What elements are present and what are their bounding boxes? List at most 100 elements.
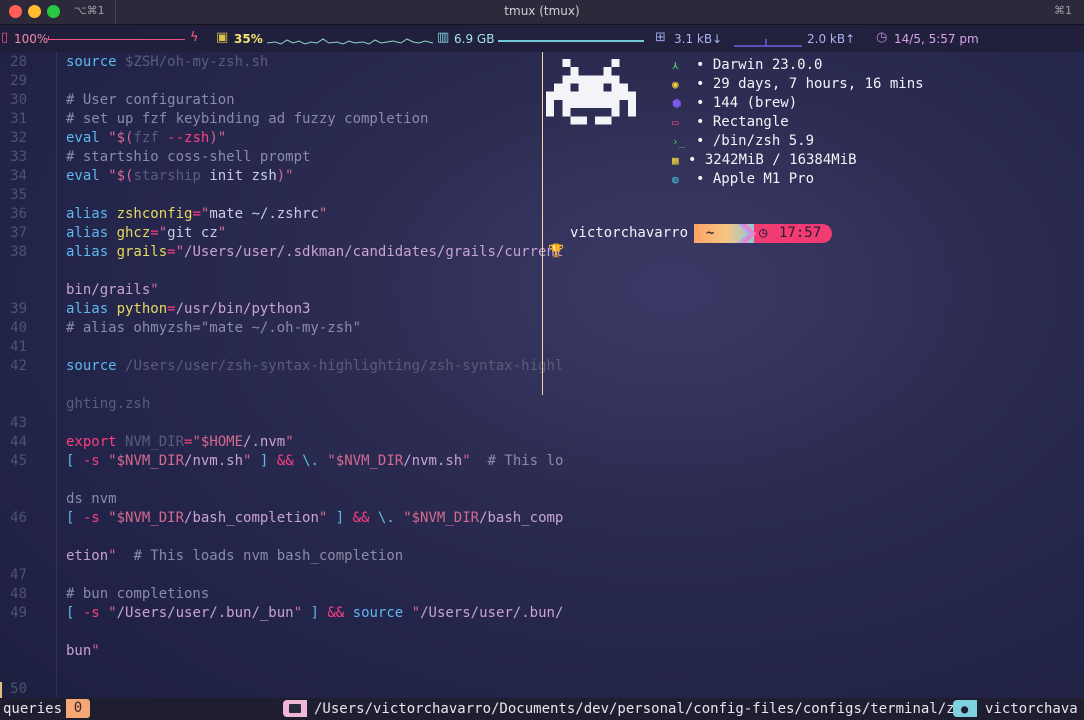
code-line[interactable]: 50: [0, 680, 542, 699]
code-line[interactable]: 30 # User configuration: [0, 91, 542, 110]
tab-shortcut-right[interactable]: ⌘1: [1054, 4, 1072, 17]
code-line[interactable]: 34 eval "$(starship init zsh)": [0, 167, 542, 186]
code-token: )": [209, 130, 227, 146]
code-line[interactable]: 40 # alias ohmyzsh="mate ~/.oh-my-zsh": [0, 319, 542, 338]
code-text: # alias ohmyzsh="mate ~/.oh-my-zsh": [66, 319, 361, 338]
battery-bar: [48, 36, 185, 40]
code-line[interactable]: [0, 528, 542, 547]
line-number: 34: [10, 168, 27, 184]
code-line[interactable]: 43: [0, 414, 542, 433]
code-token: /Users/user/.bun/: [420, 605, 564, 621]
code-token: /bash_comp: [479, 510, 564, 526]
code-line[interactable]: [0, 471, 542, 490]
code-token: -s: [82, 605, 109, 621]
line-number: 48: [10, 586, 27, 602]
code-token: # alias ohmyzsh="mate ~/.oh-my-zsh": [66, 320, 362, 336]
pane-divider[interactable]: [542, 52, 543, 395]
info-icon: ◍: [672, 173, 679, 186]
code-text: eval "$(starship init zsh)": [66, 167, 294, 186]
code-text: bun": [66, 642, 100, 661]
code-line[interactable]: 38 alias grails="/Users/user/.sdkman/cand…: [0, 243, 563, 262]
code-line[interactable]: 44 export NVM_DIR="$HOME/.nvm": [0, 433, 542, 452]
code-line[interactable]: 49[ -s "/Users/user/.bun/_bun" ] && sour…: [0, 604, 563, 623]
line-number: 44: [10, 434, 27, 450]
code-line[interactable]: 48 # bun completions: [0, 585, 542, 604]
code-token: ghting.zsh: [66, 396, 151, 412]
code-line[interactable]: [0, 376, 542, 395]
user-badge: ●: [953, 700, 977, 717]
code-line[interactable]: ghting.zsh: [0, 395, 542, 414]
code-token: python: [116, 301, 168, 317]
line-number: 32: [10, 130, 27, 146]
code-text: ghting.zsh: [66, 395, 150, 414]
code-line[interactable]: ds nvm: [0, 490, 542, 509]
code-line[interactable]: 39 alias python=/usr/bin/python3: [0, 300, 542, 319]
info-text: • 144 (brew): [696, 95, 798, 111]
network-upload: 2.0 kB↑: [807, 32, 856, 46]
code-line[interactable]: etion" # This loads nvm bash_completion: [0, 547, 542, 566]
code-token: "$NVM_DIR: [108, 510, 185, 526]
code-line[interactable]: [0, 661, 542, 680]
code-token: alias: [66, 206, 117, 222]
prompt-directory: ~: [706, 225, 715, 241]
code-token: git cz: [167, 225, 218, 241]
code-token: bin/grails: [66, 282, 151, 298]
code-token: etion: [66, 548, 109, 564]
code-line[interactable]: 45[ -s "$NVM_DIR/nvm.sh" ] && \. "$NVM_D…: [0, 452, 563, 471]
charging-bolt-icon: ϟ: [190, 30, 199, 45]
code-line[interactable]: 32 eval "$(fzf --zsh)": [0, 129, 542, 148]
clock-icon: ◷: [759, 225, 768, 241]
code-text: # startshio coss-shell prompt: [66, 148, 310, 167]
code-token: /.nvm: [243, 434, 286, 450]
code-text: export NVM_DIR="$HOME/.nvm": [66, 433, 294, 452]
battery-percentage: 100%: [14, 32, 49, 46]
code-line[interactable]: 31 # set up fzf keybinding ad fuzzy compl…: [0, 110, 542, 129]
cpu-usage: 35%: [234, 32, 263, 46]
battery-icon: ▯: [1, 30, 9, 45]
line-number: 28: [10, 54, 27, 70]
code-line[interactable]: 47: [0, 566, 542, 585]
code-token: ": [108, 605, 117, 621]
code-token: /bash_completion: [184, 510, 319, 526]
code-token: NVM_DIR: [125, 434, 185, 450]
code-line[interactable]: [0, 623, 542, 642]
cpu-icon: ▣: [216, 30, 229, 45]
code-line[interactable]: 46 [ -s "$NVM_DIR/bash_completion" ] && \…: [0, 509, 563, 528]
code-line[interactable]: 33 # startshio coss-shell prompt: [0, 148, 542, 167]
line-number: 46: [10, 510, 27, 526]
code-token: ]: [302, 605, 328, 621]
info-icon: ◉: [672, 78, 679, 91]
window-title: tmux (tmux): [504, 4, 580, 18]
code-token: source: [66, 54, 126, 70]
line-number: 30: [10, 92, 27, 108]
prompt-time-segment: ◷ 17:57: [749, 224, 832, 243]
network-graph: [734, 39, 802, 47]
line-number: 42: [10, 358, 27, 374]
info-icon: ⬢: [672, 97, 682, 110]
code-line[interactable]: [0, 262, 542, 281]
code-line[interactable]: 28 source $ZSH/oh-my-zsh.sh: [0, 53, 542, 72]
code-line[interactable]: 29: [0, 72, 542, 91]
code-text: [ -s "$NVM_DIR/bash_completion" ] && \. …: [66, 509, 563, 528]
info-text: • Apple M1 Pro: [696, 171, 815, 187]
code-token: =: [167, 244, 176, 260]
window-titlebar: ⌥⌘1 tmux (tmux) ⌘1: [0, 0, 1084, 25]
line-number: 36: [10, 206, 27, 222]
code-token: starship: [133, 168, 210, 184]
code-line[interactable]: 41: [0, 338, 542, 357]
code-text: [ -s "/Users/user/.bun/_bun" ] && source…: [66, 604, 563, 623]
user-icon: ●: [961, 702, 969, 716]
line-number: 31: [10, 111, 27, 127]
code-text: [ -s "$NVM_DIR/nvm.sh" ] && \. "$NVM_DIR…: [66, 452, 563, 471]
prompt-username: victorchavarro: [570, 225, 689, 241]
code-line[interactable]: bun": [0, 642, 542, 661]
code-line[interactable]: 35: [0, 186, 542, 205]
code-line[interactable]: 42 source /Users/user/zsh-syntax-highligh…: [0, 357, 563, 376]
prompt-separator-chevron: [738, 224, 756, 243]
code-token: # startshio coss-shell prompt: [66, 149, 311, 165]
code-line[interactable]: 36 alias zshconfig="mate ~/.zshrc": [0, 205, 542, 224]
code-line[interactable]: bin/grails": [0, 281, 542, 300]
info-text: • 3242MiB / 16384MiB: [688, 152, 857, 168]
editor-pane[interactable]: 28 source $ZSH/oh-my-zsh.sh 29 30 # User con…: [0, 52, 563, 700]
code-line[interactable]: 37 alias ghcz="git cz": [0, 224, 542, 243]
